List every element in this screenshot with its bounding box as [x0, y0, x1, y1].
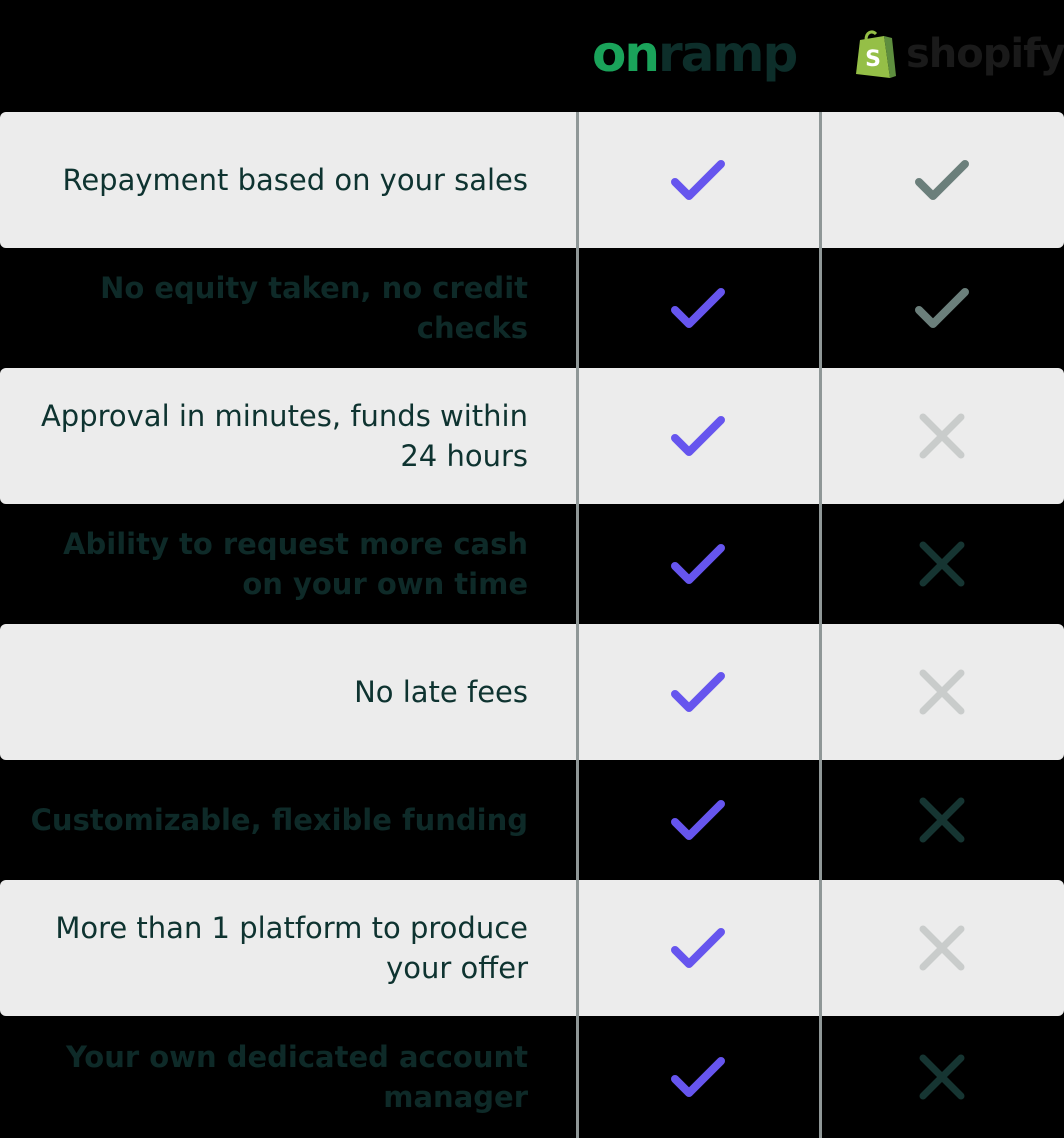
table-row: No equity taken, no credit checks — [0, 248, 1064, 368]
feature-label-text: Ability to request more cash on your own… — [63, 527, 528, 601]
onramp-check-icon — [578, 880, 818, 1016]
onramp-check-icon — [578, 1016, 818, 1138]
header: onramp S shopify — [0, 0, 1064, 112]
feature-label-text: No equity taken, no credit checks — [100, 271, 528, 345]
shopify-logo-word: shopify — [906, 31, 1064, 77]
table-row: Your own dedicated account manager — [0, 1016, 1064, 1138]
feature-label-text: Your own dedicated account manager — [65, 1040, 528, 1114]
column-divider-onramp — [576, 112, 579, 1138]
feature-label-text: Repayment based on your sales — [62, 163, 528, 197]
onramp-logo: onramp — [592, 25, 798, 83]
feature-label-text: More than 1 platform to produce your off… — [55, 911, 528, 985]
table-row: Customizable, flexible funding — [0, 760, 1064, 880]
feature-label: More than 1 platform to produce your off… — [20, 880, 528, 1016]
shopify-cross-icon — [822, 368, 1062, 504]
onramp-check-icon — [578, 112, 818, 248]
column-divider-shopify — [819, 112, 822, 1138]
feature-label: No equity taken, no credit checks — [20, 248, 528, 368]
onramp-check-icon — [578, 624, 818, 760]
onramp-check-icon — [578, 504, 818, 624]
onramp-check-icon — [578, 368, 818, 504]
feature-label-text: No late fees — [354, 675, 528, 709]
table-row: Repayment based on your sales — [0, 112, 1064, 248]
onramp-logo-on: on — [592, 25, 660, 83]
feature-label: No late fees — [20, 624, 528, 760]
onramp-logo-ramp: ramp — [657, 25, 798, 83]
shopify-cross-icon — [822, 504, 1062, 624]
shopify-cross-icon — [822, 1016, 1062, 1138]
feature-label-text: Approval in minutes, funds within 24 hou… — [40, 399, 528, 473]
feature-label: Repayment based on your sales — [20, 112, 528, 248]
feature-label: Ability to request more cash on your own… — [20, 504, 528, 624]
shopify-check-icon — [822, 248, 1062, 368]
svg-text:S: S — [865, 47, 881, 72]
table-row: Approval in minutes, funds within 24 hou… — [0, 368, 1064, 504]
feature-label: Your own dedicated account manager — [20, 1016, 528, 1138]
table-row: More than 1 platform to produce your off… — [0, 880, 1064, 1016]
feature-label: Approval in minutes, funds within 24 hou… — [20, 368, 528, 504]
shopify-cross-icon — [822, 880, 1062, 1016]
table-row: No late fees — [0, 624, 1064, 760]
shopify-check-icon — [822, 112, 1062, 248]
table-row: Ability to request more cash on your own… — [0, 504, 1064, 624]
feature-label-text: Customizable, flexible funding — [30, 803, 528, 837]
shopify-cross-icon — [822, 624, 1062, 760]
feature-label: Customizable, flexible funding — [20, 760, 528, 880]
onramp-check-icon — [578, 760, 818, 880]
shopify-cross-icon — [822, 760, 1062, 880]
shopify-bag-icon: S — [856, 30, 896, 78]
onramp-check-icon — [578, 248, 818, 368]
